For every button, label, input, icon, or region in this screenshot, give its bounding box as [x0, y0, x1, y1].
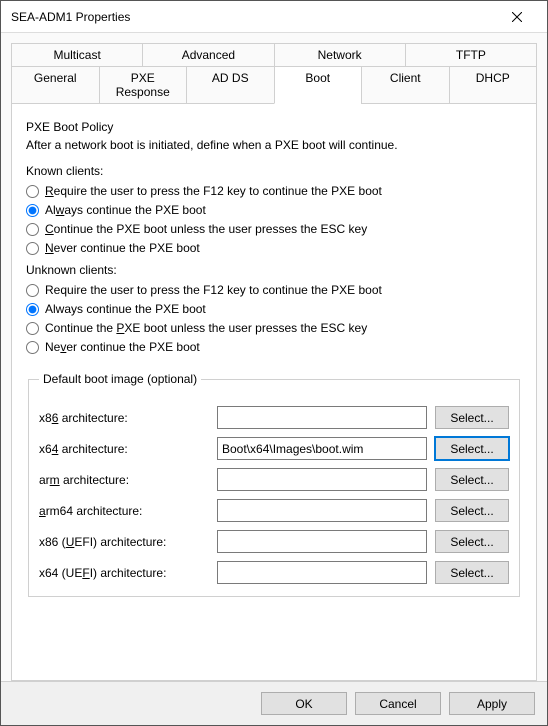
known-never-row[interactable]: Never continue the PXE boot [26, 241, 522, 255]
known-require-radio[interactable] [26, 185, 39, 198]
tab-boot[interactable]: Boot [274, 66, 362, 104]
pxe-policy-title: PXE Boot Policy [26, 120, 522, 134]
unknown-never-label[interactable]: Never continue the PXE boot [45, 340, 200, 354]
close-icon [512, 12, 522, 22]
boot-image-select-button[interactable]: Select... [435, 530, 509, 553]
tab-body-boot: PXE Boot Policy After a network boot is … [11, 103, 537, 681]
properties-dialog: SEA-ADM1 Properties MulticastAdvancedNet… [0, 0, 548, 726]
boot-image-select-button[interactable]: Select... [435, 437, 509, 460]
boot-image-input[interactable] [217, 468, 427, 491]
tab-multicast[interactable]: Multicast [11, 43, 142, 67]
unknown-esc-radio[interactable] [26, 322, 39, 335]
boot-image-label: x64 (UEFI) architecture: [39, 566, 209, 580]
window-title: SEA-ADM1 Properties [11, 10, 497, 24]
known-never-label[interactable]: Never continue the PXE boot [45, 241, 200, 255]
unknown-always-row[interactable]: Always continue the PXE boot [26, 302, 522, 316]
unknown-esc-label[interactable]: Continue the PXE boot unless the user pr… [45, 321, 367, 335]
known-require-label[interactable]: Require the user to press the F12 key to… [45, 184, 382, 198]
boot-image-row: x64 architecture: Select... [39, 437, 509, 460]
boot-image-input[interactable] [217, 437, 427, 460]
apply-button[interactable]: Apply [449, 692, 535, 715]
unknown-require-label[interactable]: Require the user to press the F12 key to… [45, 283, 382, 297]
titlebar: SEA-ADM1 Properties [1, 1, 547, 33]
known-always-row[interactable]: Always continue the PXE boot [26, 203, 522, 217]
boot-image-label: x64 architecture: [39, 442, 209, 456]
known-always-radio[interactable] [26, 204, 39, 217]
unknown-never-radio[interactable] [26, 341, 39, 354]
boot-image-label: x86 (UEFI) architecture: [39, 535, 209, 549]
known-esc-row[interactable]: Continue the PXE boot unless the user pr… [26, 222, 522, 236]
tab-row-top: MulticastAdvancedNetworkTFTP [11, 43, 537, 66]
tab-advanced[interactable]: Advanced [142, 43, 273, 67]
boot-image-input[interactable] [217, 499, 427, 522]
unknown-always-radio[interactable] [26, 303, 39, 316]
known-never-radio[interactable] [26, 242, 39, 255]
cancel-button[interactable]: Cancel [355, 692, 441, 715]
unknown-esc-row[interactable]: Continue the PXE boot unless the user pr… [26, 321, 522, 335]
tab-general[interactable]: General [11, 66, 99, 104]
known-esc-label[interactable]: Continue the PXE boot unless the user pr… [45, 222, 367, 236]
tab-pxe-response[interactable]: PXE Response [99, 66, 187, 104]
known-clients-header: Known clients: [26, 164, 522, 178]
ok-button[interactable]: OK [261, 692, 347, 715]
boot-image-input[interactable] [217, 406, 427, 429]
boot-image-label: arm64 architecture: [39, 504, 209, 518]
boot-image-input[interactable] [217, 561, 427, 584]
tab-tftp[interactable]: TFTP [405, 43, 537, 67]
tab-row-bottom: GeneralPXE ResponseAD DSBootClientDHCP [11, 66, 537, 103]
boot-image-row: arm64 architecture: Select... [39, 499, 509, 522]
boot-image-row: x64 (UEFI) architecture: Select... [39, 561, 509, 584]
default-boot-image-legend: Default boot image (optional) [39, 372, 201, 386]
tab-client[interactable]: Client [361, 66, 449, 104]
unknown-require-row[interactable]: Require the user to press the F12 key to… [26, 283, 522, 297]
boot-image-select-button[interactable]: Select... [435, 561, 509, 584]
known-esc-radio[interactable] [26, 223, 39, 236]
dialog-content: MulticastAdvancedNetworkTFTP GeneralPXE … [1, 33, 547, 681]
pxe-policy-desc: After a network boot is initiated, defin… [26, 138, 522, 152]
tab-ad-ds[interactable]: AD DS [186, 66, 274, 104]
boot-image-row: arm architecture: Select... [39, 468, 509, 491]
dialog-button-bar: OK Cancel Apply [1, 681, 547, 725]
boot-image-select-button[interactable]: Select... [435, 468, 509, 491]
tab-strip: MulticastAdvancedNetworkTFTP GeneralPXE … [11, 43, 537, 103]
boot-image-label: x86 architecture: [39, 411, 209, 425]
known-always-label[interactable]: Always continue the PXE boot [45, 203, 206, 217]
close-button[interactable] [497, 2, 537, 32]
unknown-clients-header: Unknown clients: [26, 263, 522, 277]
boot-image-input[interactable] [217, 530, 427, 553]
default-boot-image-group: Default boot image (optional) x86 archit… [28, 372, 520, 597]
unknown-require-radio[interactable] [26, 284, 39, 297]
boot-image-select-button[interactable]: Select... [435, 406, 509, 429]
boot-image-select-button[interactable]: Select... [435, 499, 509, 522]
known-require-row[interactable]: Require the user to press the F12 key to… [26, 184, 522, 198]
tab-dhcp[interactable]: DHCP [449, 66, 538, 104]
tab-network[interactable]: Network [274, 43, 405, 67]
boot-image-row: x86 (UEFI) architecture: Select... [39, 530, 509, 553]
unknown-always-label[interactable]: Always continue the PXE boot [45, 302, 206, 316]
boot-image-label: arm architecture: [39, 473, 209, 487]
unknown-never-row[interactable]: Never continue the PXE boot [26, 340, 522, 354]
boot-image-row: x86 architecture: Select... [39, 406, 509, 429]
